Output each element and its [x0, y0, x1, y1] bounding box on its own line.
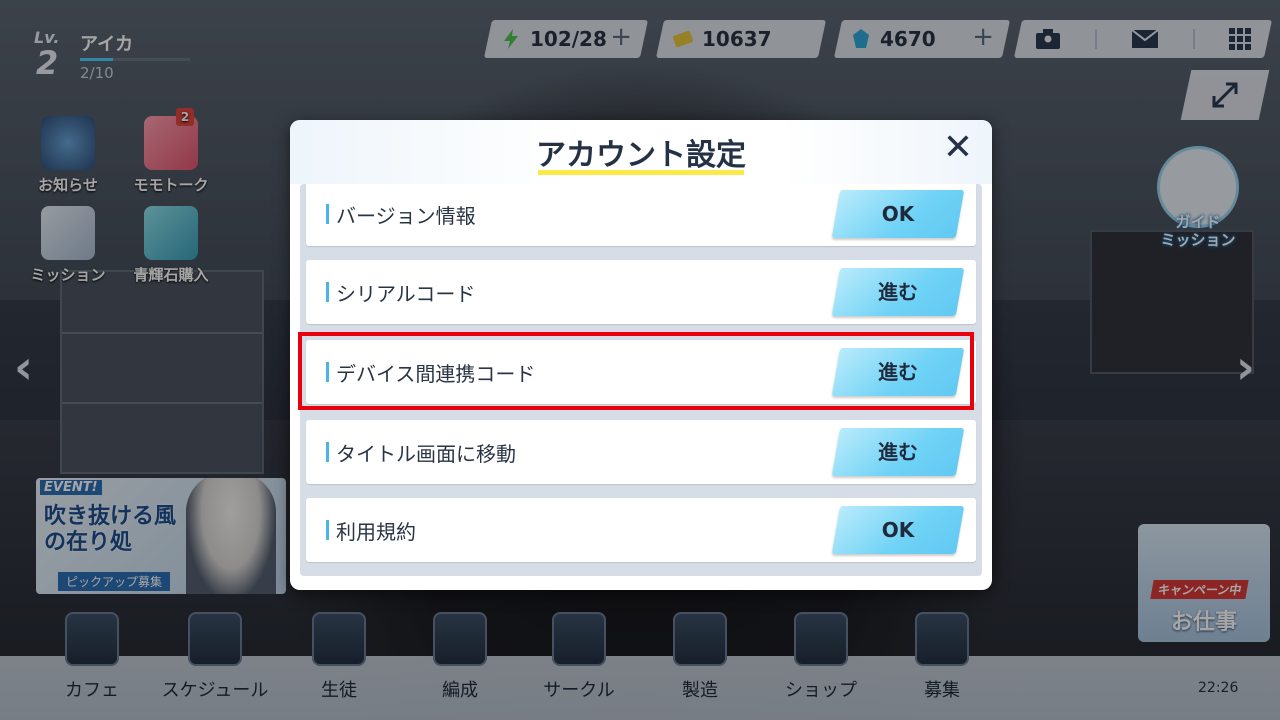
row-label: シリアルコード — [336, 282, 476, 306]
row-accent — [326, 282, 329, 302]
button-label: OK — [881, 202, 915, 226]
terms-ok-button[interactable]: OK — [831, 506, 965, 554]
row-accent — [326, 442, 329, 462]
title-screen-proceed-button[interactable]: 進む — [831, 428, 965, 476]
highlight-box — [298, 332, 974, 410]
row-accent — [326, 204, 329, 224]
dialog-title: アカウント設定 — [536, 138, 746, 173]
button-label: 進む — [878, 440, 918, 464]
list-item-version: バージョン情報 OK — [306, 184, 976, 246]
row-accent — [326, 520, 329, 540]
button-label: OK — [881, 518, 915, 542]
button-label: 進む — [878, 280, 918, 304]
title-underline — [538, 170, 744, 175]
row-label: タイトル画面に移動 — [336, 442, 516, 466]
dialog-header: アカウント設定 ✕ — [290, 120, 992, 184]
row-label: バージョン情報 — [336, 204, 476, 228]
list-item-title-screen: タイトル画面に移動 進む — [306, 420, 976, 484]
serial-code-proceed-button[interactable]: 進む — [831, 268, 965, 316]
list-item-terms: 利用規約 OK — [306, 498, 976, 562]
close-icon[interactable]: ✕ — [940, 130, 976, 166]
row-label: 利用規約 — [336, 520, 416, 544]
version-ok-button[interactable]: OK — [831, 190, 965, 238]
list-item-serial-code: シリアルコード 進む — [306, 260, 976, 324]
